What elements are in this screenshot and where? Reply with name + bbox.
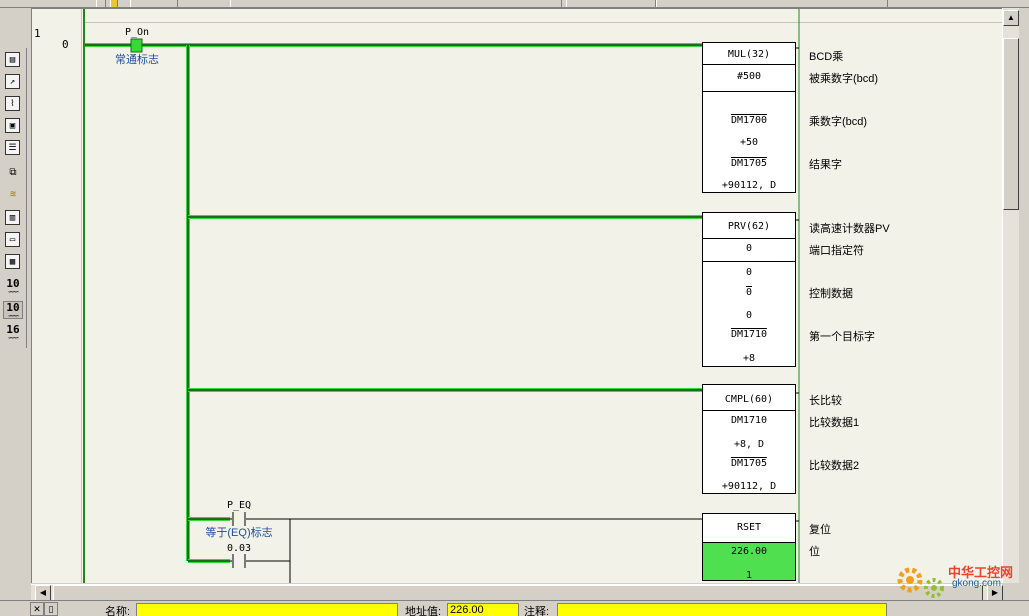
address-label: 地址值:	[405, 606, 442, 616]
ladder-editor[interactable]: 1 0 P_On 常通标志 P_EQ 等于(EQ)标志 0.03 MUL(32)…	[31, 8, 1002, 583]
scroll-left-button[interactable]: ◀	[35, 585, 51, 601]
contact-address: 0.03	[226, 543, 252, 554]
horizontal-scrollbar[interactable]: ◀ ▶	[31, 584, 1003, 601]
block-comment: 乘数字(bcd)	[809, 116, 868, 128]
toolbar-button[interactable]	[110, 0, 118, 7]
block-comment: BCD乘	[809, 51, 844, 63]
prv-instruction-block[interactable]: PRV(62) 0 0 0 0 DM1710 +8	[702, 212, 796, 367]
diagram-icon[interactable]: ▣	[5, 118, 20, 133]
operand: 0	[745, 310, 753, 321]
contact-address: P_On	[124, 27, 150, 38]
top-toolbar	[0, 0, 1029, 8]
gear-icon	[897, 567, 944, 598]
side-toolbox: ▤ ↗ ⌇ ▣ ☰ ⧉ ≋ ▥ ▭ ▦ 10 ∽∽∽ 10 ∽∽∽ 16 ∽∽∽	[0, 48, 27, 348]
toolbar-combo[interactable]	[566, 0, 656, 7]
hex-format-icon[interactable]: 16 ∽∽∽	[3, 324, 23, 342]
close-icon[interactable]: ✕	[30, 602, 44, 616]
block-comment: 端口指定符	[809, 245, 864, 257]
block-title: PRV(62)	[727, 221, 771, 232]
operand: DM1705	[730, 157, 768, 169]
window-icon[interactable]: ▤	[5, 52, 20, 67]
watermark-domain: gkong.com	[952, 578, 1001, 589]
chart-icon[interactable]: ⌇	[5, 96, 20, 111]
block-comment: 比较数据2	[809, 460, 860, 472]
operand: 0	[745, 267, 753, 278]
watermark-logo: 中华工控网 gkong.com	[890, 556, 1020, 602]
comment-label: 注释:	[524, 606, 550, 616]
contact-address: P_EQ	[226, 500, 252, 511]
vertical-scroll-thumb[interactable]	[1003, 38, 1019, 210]
ladder-wiring	[83, 9, 800, 583]
rset-instruction-block[interactable]: RSET 226.00 1	[702, 513, 796, 581]
cmpl-instruction-block[interactable]: CMPL(60) DM1710 +8, D DM1705 +90112, D	[702, 384, 796, 494]
toolbar-combo[interactable]	[656, 0, 888, 7]
block-comment: 长比较	[809, 395, 842, 407]
operand: +50	[739, 137, 759, 148]
tool-icon[interactable]: ↗	[5, 74, 20, 89]
contact-comment: 等于(EQ)标志	[205, 527, 273, 539]
comment-field[interactable]	[557, 603, 887, 616]
operand: +8	[742, 353, 756, 364]
operand: DM1710	[730, 328, 768, 340]
group-icon[interactable]: ⧉	[4, 164, 22, 182]
operand: +90112, D	[721, 180, 777, 191]
block-comment: 比较数据1	[809, 417, 860, 429]
status-bar: ✕ ▯ 名称: 地址值: 226.00 注释:	[0, 600, 1029, 616]
decimal-format-icon[interactable]: 10 ∽∽∽	[3, 278, 23, 296]
operand: +90112, D	[721, 481, 777, 492]
block-title: MUL(32)	[727, 49, 771, 60]
toolbar-combo[interactable]	[230, 0, 562, 7]
operand: DM1710	[730, 415, 768, 426]
block-comment: 复位	[809, 524, 831, 536]
block-comment: 读高速计数器PV	[809, 223, 890, 235]
scroll-up-button[interactable]: ▲	[1003, 10, 1019, 26]
mul-instruction-block[interactable]: MUL(32) #500 DM1700 +50 DM1705 +90112, D	[702, 42, 796, 193]
stack-icon[interactable]: ≋	[4, 186, 22, 204]
vertical-scrollbar[interactable]: ▲	[1002, 8, 1019, 583]
operand: 1	[745, 570, 753, 581]
operand: 226.00	[730, 546, 768, 557]
panel-icon[interactable]: ▭	[5, 232, 20, 247]
expand-icon[interactable]: ▯	[44, 602, 58, 616]
name-field[interactable]	[136, 603, 398, 616]
operand: 0	[745, 286, 753, 298]
block-title: RSET	[736, 522, 762, 533]
name-label: 名称:	[105, 606, 131, 616]
block-comment: 控制数据	[809, 288, 853, 300]
toolbar-separator	[96, 0, 106, 7]
grid-icon[interactable]: ▦	[5, 254, 20, 269]
block-comment: 被乘数字(bcd)	[809, 73, 879, 85]
horizontal-scroll-thumb[interactable]	[53, 585, 983, 601]
operand: DM1700	[730, 114, 768, 126]
block-title: CMPL(60)	[724, 394, 774, 405]
blocks-icon[interactable]: ▥	[5, 210, 20, 225]
toolbar-button[interactable]	[130, 0, 178, 7]
operand: #500	[736, 71, 762, 82]
properties-icon[interactable]: ☰	[5, 140, 20, 155]
contact-comment: 常通标志	[115, 54, 159, 66]
operand: DM1705	[730, 457, 768, 469]
block-comment: 结果字	[809, 159, 842, 171]
operand: +8, D	[733, 439, 765, 450]
operand: 0	[745, 243, 753, 254]
decimal-format-icon[interactable]: 10 ∽∽∽	[3, 301, 23, 320]
block-comment: 位	[809, 546, 820, 558]
block-comment: 第一个目标字	[809, 331, 875, 343]
address-field[interactable]: 226.00	[447, 603, 519, 616]
